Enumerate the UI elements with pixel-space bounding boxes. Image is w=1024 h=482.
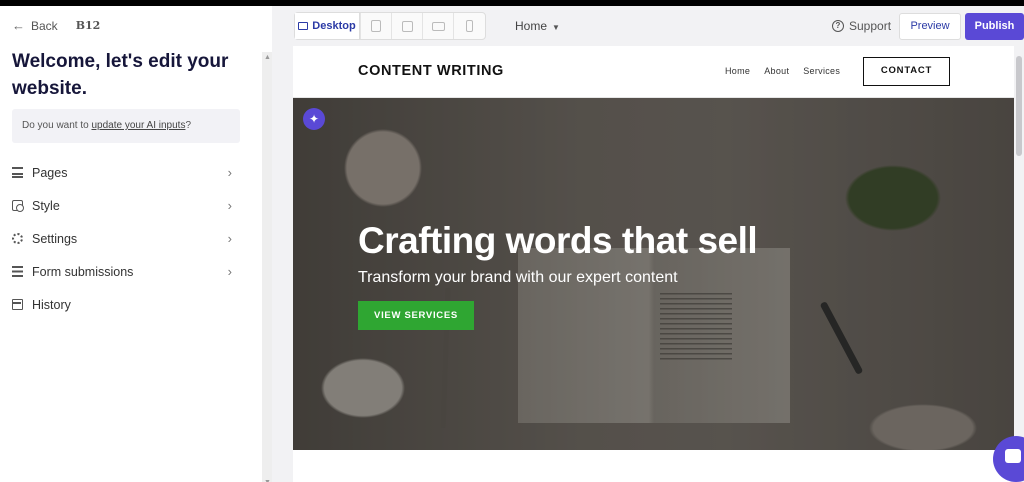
site-nav-services[interactable]: Services [803, 66, 840, 76]
welcome-title: Welcome, let's edit your website. [12, 51, 229, 99]
tablet-landscape-icon [431, 21, 445, 31]
chevron-right-icon: › [227, 165, 232, 180]
menu-item-label: Style [32, 198, 60, 213]
menu-item-settings[interactable]: Settings › [12, 222, 234, 255]
preview-scrollbar[interactable] [1014, 46, 1024, 482]
site-preview-canvas: CONTENT WRITING Home About Services CONT… [293, 46, 1016, 482]
back-label: Back [31, 18, 58, 33]
ai-sparkle-icon[interactable]: ✦ [303, 108, 325, 130]
menu-item-label: Settings [32, 231, 78, 246]
back-arrow-icon: ← [12, 18, 25, 33]
device-desktop-label: Desktop [312, 20, 356, 32]
view-services-button[interactable]: VIEW SERVICES [358, 301, 474, 330]
monitor-icon [298, 22, 309, 30]
sidebar-scrollbar[interactable]: ▲ ▼ [262, 52, 272, 482]
hero-subtitle[interactable]: Transform your brand with our expert con… [358, 269, 678, 287]
mobile-icon [465, 20, 473, 32]
tablet-icon [401, 20, 413, 32]
caret-down-icon: ▼ [552, 23, 560, 32]
page-selector-dropdown[interactable]: Home ▼ [515, 19, 560, 33]
tablet-icon [371, 20, 381, 32]
site-logo[interactable]: CONTENT WRITING [358, 63, 504, 79]
device-tablet-button[interactable] [391, 13, 422, 39]
hero-title[interactable]: Crafting words that sell [358, 220, 758, 262]
contact-button[interactable]: CONTACT [863, 57, 950, 86]
ai-prompt-suffix: ? [185, 120, 192, 131]
site-nav-about[interactable]: About [764, 66, 789, 76]
hero-section[interactable]: ✦ Crafting words that sell Transform you… [293, 98, 1016, 450]
ai-inputs-prompt: Do you want to update your AI inputs? [12, 109, 240, 143]
preview-button[interactable]: Preview [899, 13, 961, 40]
chat-icon [1005, 449, 1021, 463]
chevron-right-icon: › [227, 198, 232, 213]
site-nav-home[interactable]: Home [725, 66, 750, 76]
editor-sidebar: ← Back B12 Welcome, let's edit your webs… [0, 6, 272, 482]
device-desktop-button[interactable]: Desktop [295, 13, 360, 39]
pages-icon [12, 167, 23, 178]
device-tablet-landscape-button[interactable] [422, 13, 453, 39]
device-mobile-button[interactable] [453, 13, 484, 39]
menu-item-label: Pages [32, 165, 68, 180]
chevron-right-icon: › [227, 231, 232, 246]
update-ai-inputs-link[interactable]: update your AI inputs [91, 120, 185, 131]
chevron-right-icon: › [227, 264, 232, 279]
editor-menu: Pages › Style › Settings › Form submissi… [12, 156, 234, 321]
ai-prompt-prefix: Do you want to [22, 120, 92, 131]
back-button[interactable]: ← Back B12 [12, 18, 100, 33]
scroll-up-icon[interactable]: ▲ [264, 54, 271, 61]
menu-item-form-submissions[interactable]: Form submissions › [12, 255, 234, 288]
gear-icon [12, 233, 23, 244]
menu-item-label: History [32, 297, 71, 312]
device-switcher: Desktop [294, 12, 486, 40]
device-tablet-portrait-button[interactable] [360, 13, 391, 39]
list-icon [12, 266, 23, 277]
publish-button[interactable]: Publish [965, 13, 1024, 40]
page-selector-value: Home [515, 19, 548, 33]
history-icon [12, 299, 23, 310]
menu-item-history[interactable]: History [12, 288, 234, 321]
editor-toolbar: Desktop Home ▼ ? Support Preview Publish [272, 6, 1024, 46]
menu-item-style[interactable]: Style › [12, 189, 234, 222]
site-header[interactable]: CONTENT WRITING Home About Services CONT… [293, 46, 1016, 98]
support-label: Support [849, 19, 892, 33]
help-icon: ? [832, 20, 844, 32]
site-nav: Home About Services [725, 66, 840, 76]
support-link[interactable]: ? Support [832, 19, 891, 33]
menu-item-pages[interactable]: Pages › [12, 156, 234, 189]
preview-scrollbar-thumb[interactable] [1016, 56, 1022, 156]
brand-logo: B12 [75, 19, 101, 32]
menu-item-label: Form submissions [32, 264, 134, 279]
style-icon [12, 200, 24, 212]
editor-preview-area: Desktop Home ▼ ? Support Preview Publish [272, 6, 1024, 482]
